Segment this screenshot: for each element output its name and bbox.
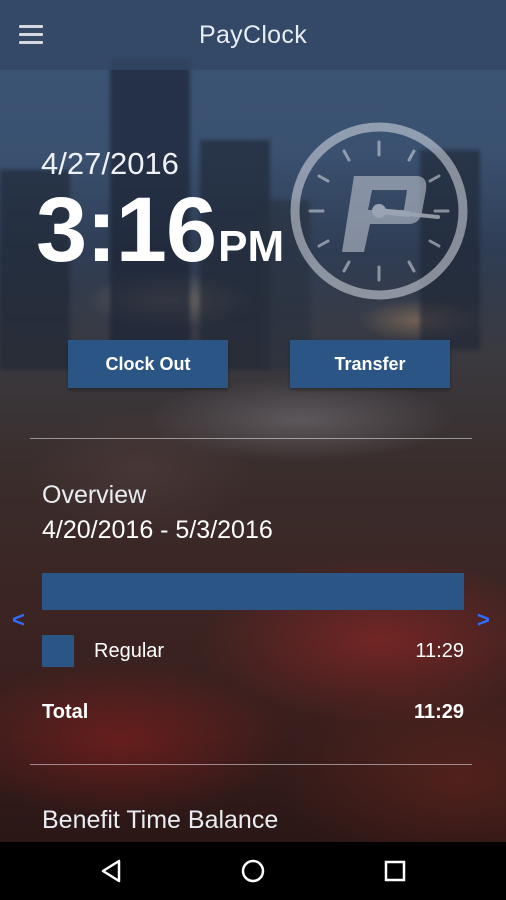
back-triangle-icon[interactable]	[97, 856, 127, 886]
benefit-time-balance-title: Benefit Time Balance	[42, 806, 279, 834]
current-date: 4/27/2016	[41, 146, 179, 181]
divider	[30, 438, 472, 439]
overview-title: Overview	[42, 481, 147, 509]
transfer-button[interactable]: Transfer	[290, 340, 450, 388]
regular-value: 11:29	[415, 640, 464, 662]
current-time: 3:16PM	[36, 178, 284, 283]
pay-period-range: 4/20/2016 - 5/3/2016	[42, 516, 273, 544]
system-navigation-bar	[0, 842, 506, 900]
app-bar: PayClock	[0, 0, 506, 70]
clock-out-button[interactable]: Clock Out	[68, 340, 228, 388]
hamburger-menu-icon[interactable]	[19, 25, 43, 45]
next-period-arrow-icon[interactable]: >	[477, 607, 490, 633]
total-value: 11:29	[413, 701, 464, 723]
hours-bar	[42, 573, 464, 610]
divider	[30, 764, 472, 765]
total-label: Total	[42, 701, 89, 723]
recents-square-icon[interactable]	[380, 856, 410, 886]
payclock-logo-icon	[290, 122, 468, 300]
app-title: PayClock	[199, 20, 307, 49]
regular-legend-swatch	[42, 635, 74, 667]
time-value: 3:16	[36, 179, 217, 281]
previous-period-arrow-icon[interactable]: <	[12, 607, 25, 633]
home-circle-icon[interactable]	[238, 856, 268, 886]
time-ampm: PM	[218, 222, 285, 271]
regular-label: Regular	[94, 640, 165, 662]
